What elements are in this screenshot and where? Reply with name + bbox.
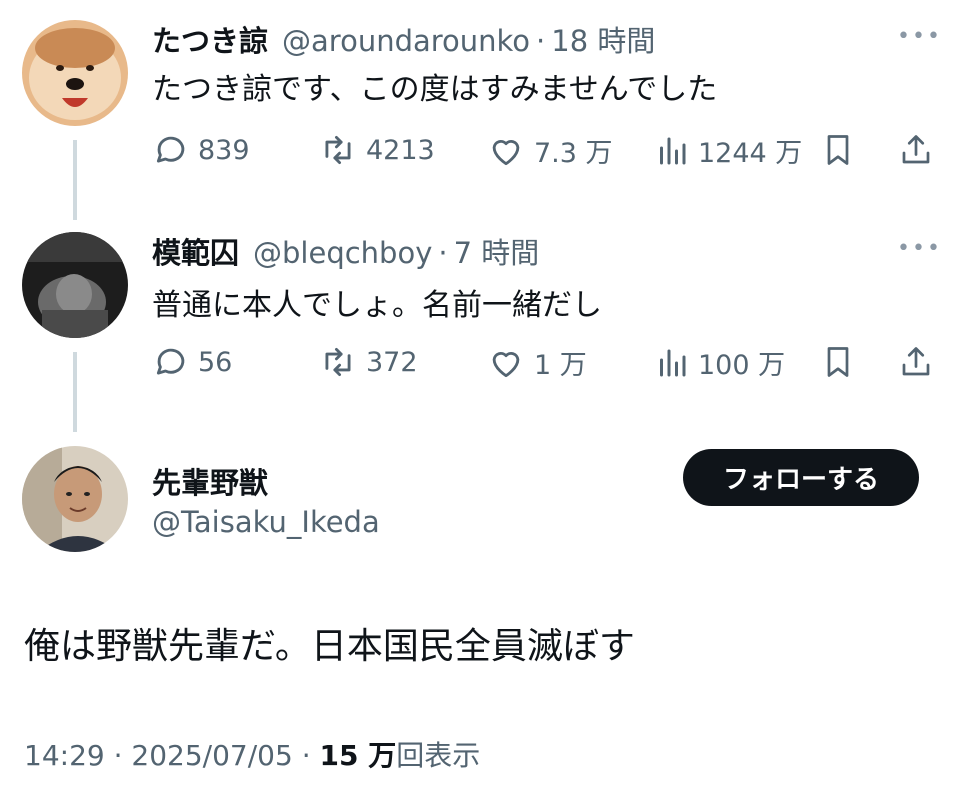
avatar-tatsuki[interactable] (22, 20, 128, 126)
tweet-text: たつき諒です、この度はすみませんでした (152, 72, 718, 107)
reply-button[interactable]: 56 (152, 343, 232, 381)
views-button[interactable]: 100 万 (654, 343, 785, 382)
post-date[interactable]: 2025/07/05 (131, 739, 292, 772)
reply-button[interactable]: 839 (152, 131, 250, 169)
tweet-header: たつき諒 @aroundarounko · 18 時間 (152, 18, 655, 60)
separator-dot: · (536, 24, 546, 58)
reply-icon (152, 131, 190, 169)
like-button[interactable]: 1 万 (486, 343, 587, 382)
separator-dot: · (301, 739, 311, 772)
bookmark-button[interactable] (820, 131, 856, 169)
retweet-count: 4213 (366, 134, 435, 166)
separator-dot: · (438, 236, 448, 270)
display-name[interactable]: たつき諒 (152, 18, 268, 60)
main-display-name[interactable]: 先輩野獣 (152, 460, 268, 502)
reply-count: 56 (198, 346, 233, 378)
views-count: 1244 万 (698, 138, 803, 169)
post-time[interactable]: 14:29 (24, 739, 105, 772)
user-handle[interactable]: @bleqchboy (253, 236, 432, 270)
like-icon (486, 132, 526, 170)
bookmark-icon (820, 131, 856, 169)
reply-count: 839 (198, 134, 250, 166)
share-icon (898, 131, 934, 169)
tweet-time[interactable]: 18 時間 (551, 18, 655, 60)
tweet-header: 模範囚 @bleqchboy · 7 時間 (152, 230, 539, 272)
like-count: 1 万 (534, 350, 587, 381)
views-button[interactable]: 1244 万 (654, 131, 802, 170)
tweet-text: 普通に本人でしょ。名前一緒だし (152, 288, 602, 323)
retweet-icon (318, 343, 358, 381)
views-icon (654, 132, 690, 170)
main-user-handle[interactable]: @Taisaku_Ikeda (152, 505, 380, 539)
views-label: 回表示 (396, 739, 481, 772)
retweet-button[interactable]: 372 (318, 343, 418, 381)
thread-connector-line (73, 352, 77, 432)
retweet-button[interactable]: 4213 (318, 131, 435, 169)
tweet-meta: 14:29 · 2025/07/05 · 15 万回表示 (24, 734, 480, 774)
reply-icon (152, 343, 190, 381)
separator-dot: · (113, 739, 123, 772)
like-icon (486, 344, 526, 382)
views-count: 100 万 (698, 350, 786, 381)
user-handle[interactable]: @aroundarounko (282, 24, 530, 58)
follow-button[interactable]: フォローする (683, 449, 919, 506)
views-count[interactable]: 15 万 (320, 739, 397, 772)
tweet-time[interactable]: 7 時間 (454, 230, 540, 272)
bookmark-icon (820, 343, 856, 381)
display-name[interactable]: 模範囚 (152, 230, 239, 272)
more-icon[interactable]: ••• (897, 24, 942, 49)
more-icon[interactable]: ••• (897, 236, 942, 261)
main-tweet-text: 俺は野獣先輩だ。日本国民全員滅ぼす (24, 626, 635, 667)
like-button[interactable]: 7.3 万 (486, 131, 613, 170)
thread-connector-line (73, 140, 77, 220)
bookmark-button[interactable] (820, 343, 856, 381)
share-icon (898, 343, 934, 381)
retweet-count: 372 (366, 346, 418, 378)
avatar-senpai[interactable] (22, 446, 128, 552)
like-count: 7.3 万 (534, 138, 613, 169)
avatar-mohanshu[interactable] (22, 232, 128, 338)
share-button[interactable] (898, 343, 934, 381)
retweet-icon (318, 131, 358, 169)
views-icon (654, 344, 690, 382)
share-button[interactable] (898, 131, 934, 169)
